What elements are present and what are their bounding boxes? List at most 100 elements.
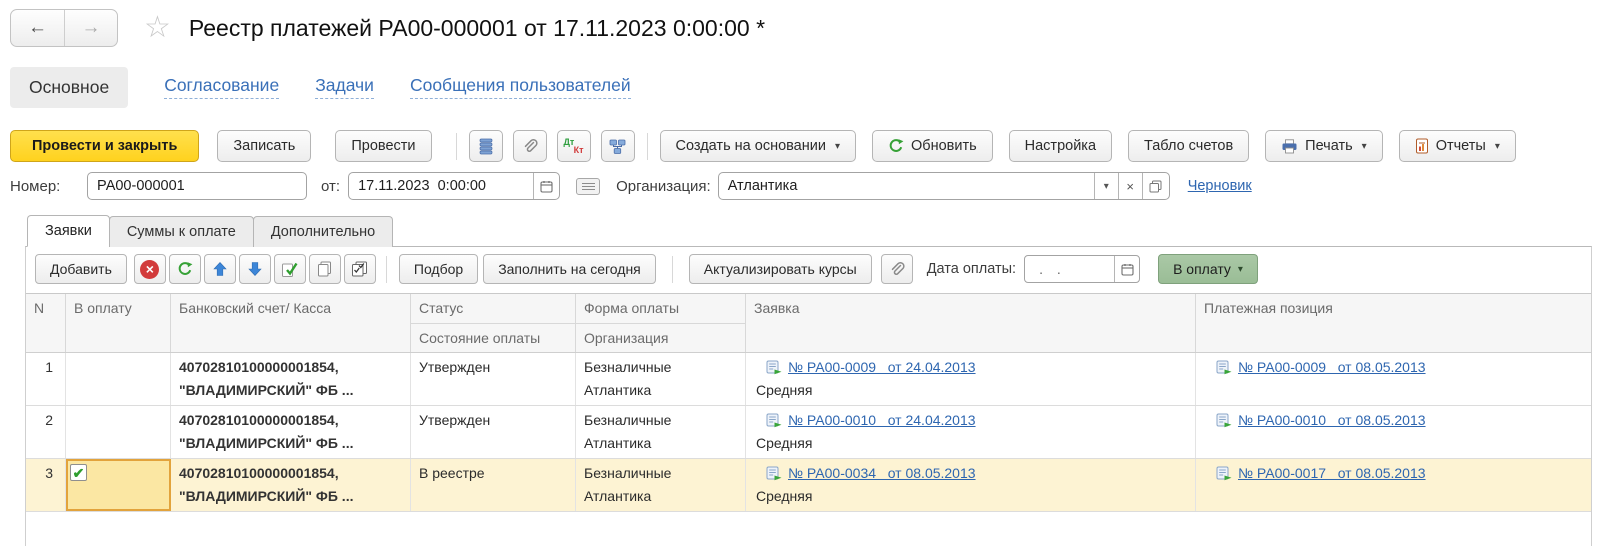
check-all-button[interactable] xyxy=(274,254,306,284)
col-header-payment-state[interactable]: Состояние оплаты xyxy=(411,323,575,352)
settings-button[interactable]: Настройка xyxy=(1009,130,1112,162)
date-field[interactable]: 17.11.2023 0:00:00 xyxy=(348,172,560,200)
window-header: ← → ☆ Реестр платежей РА00-000001 от 17.… xyxy=(10,8,765,48)
request-link[interactable]: № РА00-0034 от 08.05.2013 xyxy=(788,462,976,485)
number-field[interactable]: РА00-000001 xyxy=(87,172,307,200)
status-cell: Утвержден xyxy=(411,353,576,405)
organization-open-button[interactable] xyxy=(1142,173,1169,199)
request-link[interactable]: № РА00-0009 от 24.04.2013 xyxy=(788,356,976,379)
priority-value: Средняя xyxy=(754,485,1187,508)
to-payment-button[interactable]: В оплату ▾ xyxy=(1158,254,1258,284)
tab-requests[interactable]: Заявки xyxy=(27,215,110,247)
date-value: 17.11.2023 0:00:00 xyxy=(349,178,533,194)
delete-icon: × xyxy=(140,260,159,279)
table-row[interactable]: 1 40702810100000001854, "ВЛАДИМИРСКИЙ" Ф… xyxy=(26,353,1591,406)
debit-credit-button[interactable]: ДтКт xyxy=(557,130,591,162)
to-payment-cell[interactable] xyxy=(66,353,171,405)
col-header-organization[interactable]: Организация xyxy=(576,323,745,352)
chevron-down-icon: ▾ xyxy=(1495,141,1500,152)
refresh-rows-button[interactable] xyxy=(169,254,201,284)
document-register-button[interactable] xyxy=(469,130,503,162)
refresh-button[interactable]: Обновить xyxy=(872,130,993,162)
date-label: от: xyxy=(321,178,340,195)
bank-account-cell: 40702810100000001854, "ВЛАДИМИРСКИЙ" ФБ … xyxy=(171,459,411,511)
request-cell: № РА00-0010 от 24.04.2013 Средняя xyxy=(746,406,1196,458)
post-button[interactable]: Провести xyxy=(335,130,431,162)
delete-row-button[interactable]: × xyxy=(134,254,166,284)
document-link-icon xyxy=(766,466,782,481)
requests-panel: Добавить × xyxy=(25,246,1592,546)
organization-dropdown-button[interactable]: ▾ xyxy=(1094,173,1118,199)
move-row-down-button[interactable] xyxy=(239,254,271,284)
attachments-button[interactable] xyxy=(513,130,547,162)
priority-value: Средняя xyxy=(754,432,1187,455)
open-link-icon xyxy=(1149,180,1162,193)
toolbar-separator xyxy=(456,133,457,160)
col-header-status[interactable]: Статус xyxy=(411,294,575,323)
tab-approval[interactable]: Согласование xyxy=(164,75,279,99)
organization-field[interactable]: Атлантика ▾ × xyxy=(718,172,1170,200)
nav-tabs: Основное Согласование Задачи Сообщения п… xyxy=(10,64,631,110)
position-link[interactable]: № РА00-0017 от 08.05.2013 xyxy=(1238,462,1426,485)
forward-button[interactable]: → xyxy=(64,10,117,46)
field-list-icon[interactable] xyxy=(576,178,600,195)
table-row-selected[interactable]: 3 ✔ 40702810100000001854, "ВЛАДИМИРСКИЙ"… xyxy=(26,459,1591,512)
document-link-icon xyxy=(1216,413,1232,428)
document-link-icon xyxy=(1216,466,1232,481)
draft-status-link[interactable]: Черновик xyxy=(1188,178,1252,194)
payment-date-field[interactable]: . . xyxy=(1024,255,1140,283)
col-header-payment-form[interactable]: Форма оплаты xyxy=(576,294,745,323)
save-button[interactable]: Записать xyxy=(217,130,311,162)
toggle-flags-button[interactable] xyxy=(344,254,376,284)
tab-user-messages[interactable]: Сообщения пользователей xyxy=(410,75,631,99)
fill-today-button[interactable]: Заполнить на сегодня xyxy=(483,254,656,284)
position-link[interactable]: № РА00-0010 от 08.05.2013 xyxy=(1238,409,1426,432)
to-payment-checkbox[interactable]: ✔ xyxy=(70,464,87,481)
back-button[interactable]: ← xyxy=(11,10,64,46)
report-icon xyxy=(1415,138,1429,154)
col-header-n[interactable]: N xyxy=(26,294,66,352)
document-link-icon xyxy=(1216,360,1232,375)
favorite-star-icon[interactable]: ☆ xyxy=(144,13,171,43)
request-cell: № РА00-0034 от 08.05.2013 Средняя xyxy=(746,459,1196,511)
date-calendar-button[interactable] xyxy=(533,173,559,199)
request-link[interactable]: № РА00-0010 от 24.04.2013 xyxy=(788,409,976,432)
document-link-icon xyxy=(766,360,782,375)
reports-button[interactable]: Отчеты ▾ xyxy=(1399,130,1516,162)
to-payment-cell-selected[interactable]: ✔ xyxy=(66,459,171,511)
to-payment-cell[interactable] xyxy=(66,406,171,458)
col-header-to-payment[interactable]: В оплату xyxy=(66,294,171,352)
print-label: Печать xyxy=(1305,138,1353,154)
printer-icon xyxy=(1281,139,1298,154)
table-header: N В оплату Банковский счет/ Касса Статус… xyxy=(26,293,1591,353)
tab-main[interactable]: Основное xyxy=(10,67,128,108)
table-row[interactable]: 2 40702810100000001854, "ВЛАДИМИРСКИЙ" Ф… xyxy=(26,406,1591,459)
copy-row-button[interactable] xyxy=(309,254,341,284)
add-row-button[interactable]: Добавить xyxy=(35,254,127,284)
post-and-close-button[interactable]: Провести и закрыть xyxy=(10,130,199,162)
organization-clear-button[interactable]: × xyxy=(1118,173,1142,199)
pick-button[interactable]: Подбор xyxy=(399,254,478,284)
command-toolbar: Провести и закрыть Записать Провести ДтК… xyxy=(10,129,1516,163)
document-header-fields: Номер: РА00-000001 от: 17.11.2023 0:00:0… xyxy=(10,171,1252,201)
page-title: Реестр платежей РА00-000001 от 17.11.202… xyxy=(189,15,765,42)
print-button[interactable]: Печать ▾ xyxy=(1265,130,1383,162)
row-number: 3 xyxy=(26,459,66,511)
create-based-on-button[interactable]: Создать на основании ▾ xyxy=(660,130,856,162)
accounts-board-button[interactable]: Табло счетов xyxy=(1128,130,1249,162)
payment-position-cell: № РА00-0017 от 08.05.2013 xyxy=(1196,459,1591,511)
position-link[interactable]: № РА00-0009 от 08.05.2013 xyxy=(1238,356,1426,379)
row-attachments-button[interactable] xyxy=(881,254,913,284)
tab-amounts[interactable]: Суммы к оплате xyxy=(109,216,254,247)
tab-additional[interactable]: Дополнительно xyxy=(253,216,393,247)
tab-tasks[interactable]: Задачи xyxy=(315,75,374,99)
update-rates-button[interactable]: Актуализировать курсы xyxy=(689,254,872,284)
payment-date-calendar-button[interactable] xyxy=(1114,256,1139,282)
col-header-payment-position[interactable]: Платежная позиция xyxy=(1196,294,1591,352)
related-documents-button[interactable] xyxy=(601,130,635,162)
forward-arrow-icon: → xyxy=(82,17,101,39)
col-header-bank-account[interactable]: Банковский счет/ Касса xyxy=(171,294,411,352)
payment-date-label: Дата оплаты: xyxy=(927,261,1016,277)
col-header-request[interactable]: Заявка xyxy=(746,294,1196,352)
move-row-up-button[interactable] xyxy=(204,254,236,284)
